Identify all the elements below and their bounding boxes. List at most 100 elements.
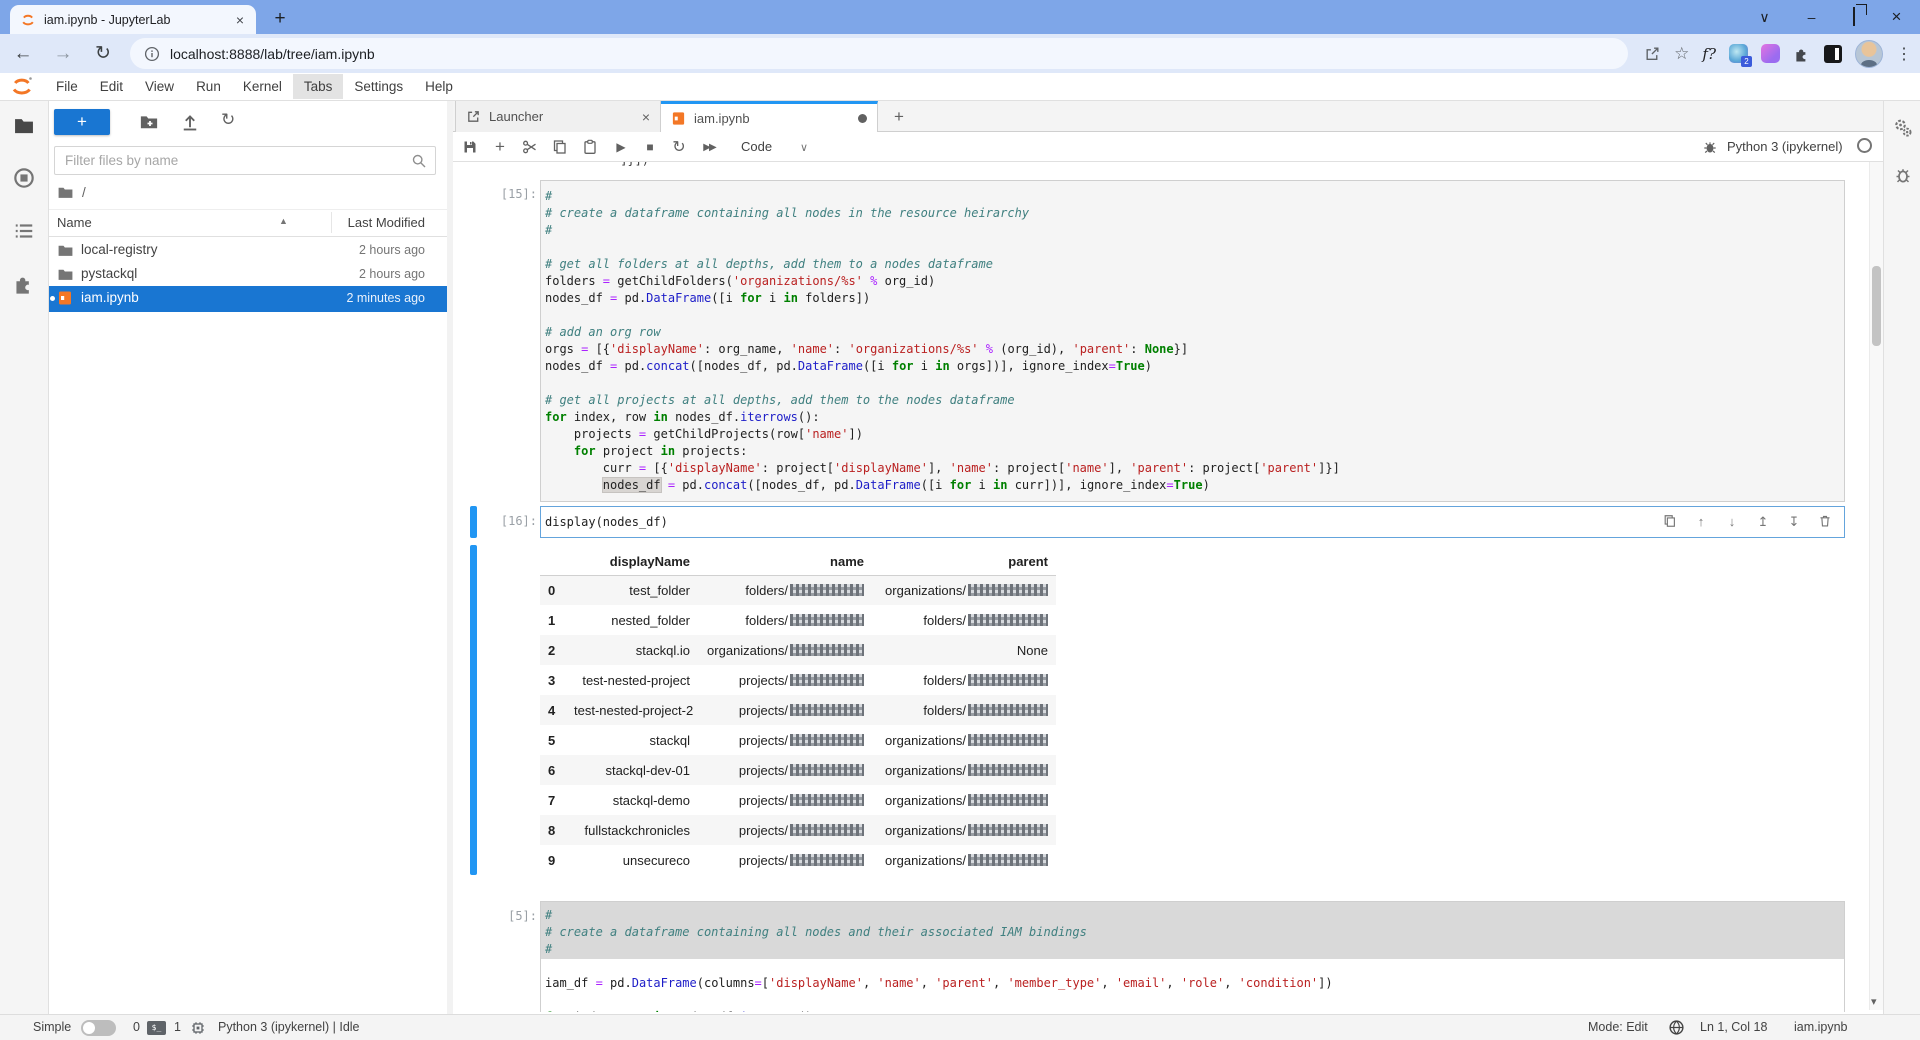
file-list-header[interactable]: Name ▲ Last Modified [49,209,447,237]
profile-avatar[interactable] [1855,40,1883,68]
running-kernels-icon[interactable] [13,167,35,189]
notebook-mode[interactable]: Mode: Edit [1588,1020,1648,1034]
cell-5-editor[interactable]: ## create a dataframe containing all nod… [540,901,1845,1012]
cell-15-editor[interactable]: ## create a dataframe containing all nod… [540,180,1845,502]
tab-search-icon[interactable]: ∨ [1741,0,1788,34]
simple-mode-toggle[interactable] [81,1020,116,1036]
refresh-icon[interactable]: ↻ [221,110,235,130]
debugger-bug-icon[interactable] [1699,136,1721,158]
file-row-iam-ipynb-selected[interactable]: iam.ipynb 2 minutes ago [49,286,447,312]
delete-cell-icon[interactable] [1816,512,1834,530]
menu-edit[interactable]: Edit [89,74,134,99]
menu-view[interactable]: View [134,74,185,99]
row-index: 3 [540,665,566,695]
browser-tab-close-icon[interactable]: × [234,12,246,28]
restart-run-all-icon[interactable]: ▶▶ [698,136,720,158]
insert-cell-below-icon[interactable]: ↧ [1785,512,1803,530]
copy-cells-icon[interactable] [549,136,571,158]
move-cell-down-icon[interactable]: ↓ [1723,512,1741,530]
restart-kernel-icon[interactable]: ↻ [668,136,690,158]
redacted-id [968,584,1048,596]
dataframe-table: displayNamenameparent0test_folderfolders… [540,549,1056,875]
new-tab-button[interactable]: + [266,6,294,34]
cell-type-caret-icon[interactable]: ∨ [793,136,815,158]
bookmark-star-icon[interactable]: ☆ [1674,44,1689,64]
back-button[interactable]: ← [6,37,40,71]
extensions-puzzle-icon[interactable] [1793,45,1811,63]
run-cell-icon[interactable]: ▶ [610,136,632,158]
debugger-sidebar-icon[interactable] [1893,165,1913,185]
add-tab-button[interactable]: + [887,106,911,128]
extension-f-icon[interactable]: f? [1702,45,1716,63]
window-restore-button[interactable] [1835,8,1873,26]
unsaved-dot-icon[interactable] [858,114,867,123]
file-filter-box[interactable] [54,146,436,175]
table-cell: nested_folder [566,605,698,635]
window-close-button[interactable]: × [1873,0,1920,34]
breadcrumb[interactable]: / [57,184,86,201]
row-index: 6 [540,755,566,785]
cell-type-dropdown[interactable]: Code [741,139,772,154]
cell-16-output-collapser[interactable] [470,545,477,875]
breadcrumb-root[interactable]: / [82,185,86,200]
notebook-scrollbar[interactable]: ▾ [1869,162,1883,1010]
notebook-scroll-area[interactable]: ']}]) [15]: ## create a dataframe contai… [453,162,1869,1012]
share-icon[interactable] [1644,45,1661,62]
new-folder-icon[interactable] [139,112,159,132]
tab-close-icon[interactable]: × [642,109,650,125]
property-inspector-gears-icon[interactable] [1892,117,1914,139]
new-launcher-button[interactable]: + [54,109,110,135]
file-row-local-registry[interactable]: local-registry 2 hours ago [49,238,447,262]
scroll-down-icon[interactable]: ▾ [1871,995,1877,1008]
file-browser-tab-icon[interactable] [13,115,35,137]
table-cell: organizations/ [872,815,1056,845]
insert-cell-above-icon[interactable]: ↥ [1754,512,1772,530]
menu-settings[interactable]: Settings [343,74,414,99]
column-name[interactable]: Name [57,215,92,230]
paste-cells-icon[interactable] [579,136,601,158]
browser-menu-icon[interactable]: ⋮ [1896,44,1912,64]
save-icon[interactable] [459,136,481,158]
tab-launcher[interactable]: Launcher × [455,101,661,132]
move-cell-up-icon[interactable]: ↑ [1692,512,1710,530]
kernel-name[interactable]: Python 3 (ipykernel) [1727,139,1843,154]
side-panel-icon[interactable] [1824,45,1842,63]
table-cell: organizations/ [698,635,872,665]
forward-button[interactable]: → [46,37,80,71]
window-minimize-button[interactable]: – [1788,0,1835,34]
cursor-position[interactable]: Ln 1, Col 18 [1700,1020,1767,1034]
url-text[interactable]: localhost:8888/lab/tree/iam.ipynb [170,46,375,62]
file-filter-input[interactable] [63,152,411,169]
table-cell: projects/ [698,815,872,845]
row-index: 2 [540,635,566,665]
browser-tab[interactable]: iam.ipynb - JupyterLab × [10,5,256,34]
browser-navbar: ← → ↻ localhost:8888/lab/tree/iam.ipynb … [0,34,1920,73]
menu-file[interactable]: File [45,74,89,99]
interrupt-kernel-icon[interactable]: ■ [639,136,661,158]
kernel-status-icon[interactable] [1857,138,1872,153]
kernel-status-text[interactable]: Python 3 (ipykernel) | Idle [218,1020,360,1034]
reload-button[interactable]: ↻ [86,37,120,71]
extension-blue-icon[interactable]: 2 [1729,44,1748,63]
column-last-modified[interactable]: Last Modified [348,215,425,230]
menu-help[interactable]: Help [414,74,464,99]
extension-manager-icon[interactable] [13,273,35,295]
menu-run[interactable]: Run [185,74,232,99]
file-row-pystackql[interactable]: pystackql 2 hours ago [49,262,447,286]
menu-tabs[interactable]: Tabs [293,74,344,99]
redacted-id [790,644,864,656]
tab-iam-ipynb[interactable]: iam.ipynb [661,101,878,133]
cut-cells-icon[interactable] [519,136,541,158]
table-of-contents-icon[interactable] [13,220,35,242]
site-info-icon[interactable] [144,46,160,62]
duplicate-cell-icon[interactable] [1661,512,1679,530]
menu-kernel[interactable]: Kernel [232,74,293,99]
cell-16-editor[interactable]: display(nodes_df) ↑ ↓ ↥ ↧ [540,506,1845,538]
upload-icon[interactable] [180,112,200,132]
sort-ascending-icon[interactable]: ▲ [279,216,288,226]
address-bar[interactable]: localhost:8888/lab/tree/iam.ipynb [130,38,1628,69]
extension-purple-icon[interactable] [1761,44,1780,63]
scrollbar-thumb[interactable] [1872,266,1881,346]
globe-icon[interactable] [1668,1019,1685,1036]
add-cell-icon[interactable]: + [489,136,511,158]
